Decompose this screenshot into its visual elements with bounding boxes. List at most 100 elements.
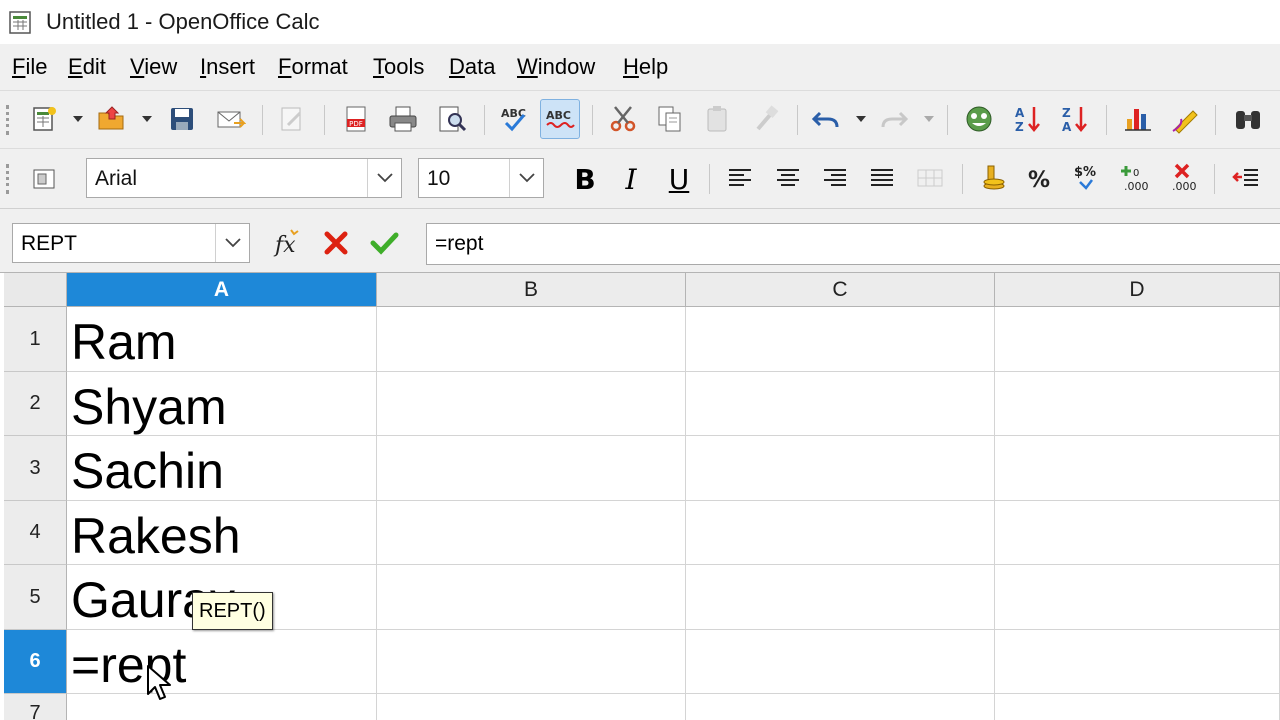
paste-button[interactable] bbox=[698, 99, 738, 139]
cell-c7[interactable] bbox=[686, 694, 995, 720]
menu-help[interactable]: Help bbox=[623, 54, 668, 80]
cell-b1[interactable] bbox=[377, 307, 686, 372]
redo-dropdown-arrow[interactable] bbox=[923, 99, 935, 139]
currency-format-button[interactable] bbox=[972, 158, 1012, 198]
navigator-button[interactable] bbox=[959, 99, 999, 139]
clone-formatting-button[interactable] bbox=[746, 99, 786, 139]
cell-c6[interactable] bbox=[686, 630, 995, 694]
cell-b3[interactable] bbox=[377, 436, 686, 501]
cell-b7[interactable] bbox=[377, 694, 686, 720]
export-pdf-button[interactable]: PDF bbox=[336, 99, 376, 139]
cell-d7[interactable] bbox=[995, 694, 1280, 720]
edit-file-button[interactable] bbox=[272, 99, 312, 139]
new-dropdown-arrow[interactable] bbox=[72, 99, 84, 139]
column-header-b[interactable]: B bbox=[377, 273, 686, 307]
cell-c1[interactable] bbox=[686, 307, 995, 372]
standard-format-button[interactable]: $% bbox=[1068, 158, 1108, 198]
cell-a4[interactable]: Rakesh bbox=[67, 501, 377, 565]
column-header-c[interactable]: C bbox=[686, 273, 995, 307]
delete-decimal-button[interactable]: .000 bbox=[1164, 158, 1204, 198]
cell-d3[interactable] bbox=[995, 436, 1280, 501]
save-button[interactable] bbox=[162, 99, 202, 139]
menu-tools[interactable]: Tools bbox=[373, 54, 424, 80]
menu-format[interactable]: Format bbox=[278, 54, 348, 80]
column-header-d[interactable]: D bbox=[995, 273, 1280, 307]
cell-d2[interactable] bbox=[995, 372, 1280, 436]
menu-view[interactable]: View bbox=[130, 54, 177, 80]
menu-data[interactable]: Data bbox=[449, 54, 495, 80]
font-name-dropdown[interactable] bbox=[367, 159, 401, 197]
cell-a2[interactable]: Shyam bbox=[67, 372, 377, 436]
sort-ascending-button[interactable]: AZ bbox=[1008, 99, 1048, 139]
cell-c3[interactable] bbox=[686, 436, 995, 501]
cell-b5[interactable] bbox=[377, 565, 686, 630]
cell-d4[interactable] bbox=[995, 501, 1280, 565]
cell-c4[interactable] bbox=[686, 501, 995, 565]
font-size-dropdown[interactable] bbox=[509, 159, 543, 197]
cell-a7[interactable] bbox=[67, 694, 377, 720]
bold-button[interactable]: B bbox=[566, 160, 604, 198]
print-button[interactable] bbox=[383, 99, 423, 139]
cell-c5[interactable] bbox=[686, 565, 995, 630]
cell-a1[interactable]: Ram bbox=[67, 307, 377, 372]
align-right-button[interactable] bbox=[815, 158, 855, 198]
cell-b2[interactable] bbox=[377, 372, 686, 436]
copy-button[interactable] bbox=[650, 99, 690, 139]
spellcheck-button[interactable]: ABC bbox=[494, 99, 534, 139]
justify-button[interactable] bbox=[862, 158, 902, 198]
accept-formula-button[interactable] bbox=[364, 223, 404, 263]
toolbar-grip[interactable] bbox=[6, 105, 12, 135]
cell-d5[interactable] bbox=[995, 565, 1280, 630]
menu-edit[interactable]: Edit bbox=[68, 54, 106, 80]
open-button[interactable] bbox=[92, 99, 132, 139]
decrease-indent-button[interactable] bbox=[1226, 158, 1266, 198]
cell-d1[interactable] bbox=[995, 307, 1280, 372]
row-header-7[interactable]: 7 bbox=[4, 694, 67, 720]
cell-a3[interactable]: Sachin bbox=[67, 436, 377, 501]
name-box-dropdown[interactable] bbox=[215, 224, 249, 262]
font-name-combo[interactable]: Arial bbox=[86, 158, 402, 198]
styles-formatting-button[interactable] bbox=[24, 159, 64, 199]
spreadsheet-grid[interactable]: A B C D 1 2 3 4 5 6 7 Ram Shyam Sachin R… bbox=[0, 272, 1280, 720]
percent-format-button[interactable]: % bbox=[1020, 158, 1060, 198]
merge-cells-button[interactable] bbox=[910, 158, 950, 198]
cell-b6[interactable] bbox=[377, 630, 686, 694]
redo-button[interactable] bbox=[874, 99, 914, 139]
cell-a6-active[interactable]: =rept bbox=[67, 630, 377, 694]
underline-button[interactable]: U bbox=[660, 160, 698, 198]
menu-insert[interactable]: Insert bbox=[200, 54, 255, 80]
name-box[interactable]: REPT bbox=[12, 223, 250, 263]
font-size-combo[interactable]: 10 bbox=[418, 158, 544, 198]
toolbar-grip[interactable] bbox=[6, 164, 12, 194]
function-wizard-button[interactable]: fx bbox=[268, 223, 308, 263]
new-document-button[interactable] bbox=[24, 99, 64, 139]
row-header-3[interactable]: 3 bbox=[4, 436, 67, 501]
row-header-2[interactable]: 2 bbox=[4, 372, 67, 436]
select-all-corner[interactable] bbox=[4, 273, 67, 307]
page-preview-button[interactable] bbox=[432, 99, 472, 139]
find-replace-button[interactable] bbox=[1228, 99, 1268, 139]
add-decimal-button[interactable]: 0.000 bbox=[1116, 158, 1156, 198]
insert-chart-button[interactable] bbox=[1118, 99, 1158, 139]
italic-button[interactable]: I bbox=[612, 160, 650, 198]
row-header-6[interactable]: 6 bbox=[4, 630, 67, 694]
row-header-4[interactable]: 4 bbox=[4, 501, 67, 565]
undo-button[interactable] bbox=[806, 99, 846, 139]
cell-b4[interactable] bbox=[377, 501, 686, 565]
row-header-1[interactable]: 1 bbox=[4, 307, 67, 372]
align-left-button[interactable] bbox=[720, 158, 760, 198]
show-draw-functions-button[interactable] bbox=[1165, 99, 1205, 139]
column-header-a[interactable]: A bbox=[67, 273, 377, 307]
email-document-button[interactable] bbox=[210, 99, 250, 139]
autospellcheck-toggle[interactable]: ABC bbox=[540, 99, 580, 139]
cell-c2[interactable] bbox=[686, 372, 995, 436]
sort-descending-button[interactable]: ZA bbox=[1055, 99, 1095, 139]
align-center-button[interactable] bbox=[768, 158, 808, 198]
row-header-5[interactable]: 5 bbox=[4, 565, 67, 630]
menu-file[interactable]: File bbox=[12, 54, 47, 80]
menu-window[interactable]: Window bbox=[517, 54, 595, 80]
cut-button[interactable] bbox=[603, 99, 643, 139]
cell-d6[interactable] bbox=[995, 630, 1280, 694]
formula-input[interactable]: =rept bbox=[426, 223, 1280, 265]
cancel-formula-button[interactable] bbox=[316, 223, 356, 263]
